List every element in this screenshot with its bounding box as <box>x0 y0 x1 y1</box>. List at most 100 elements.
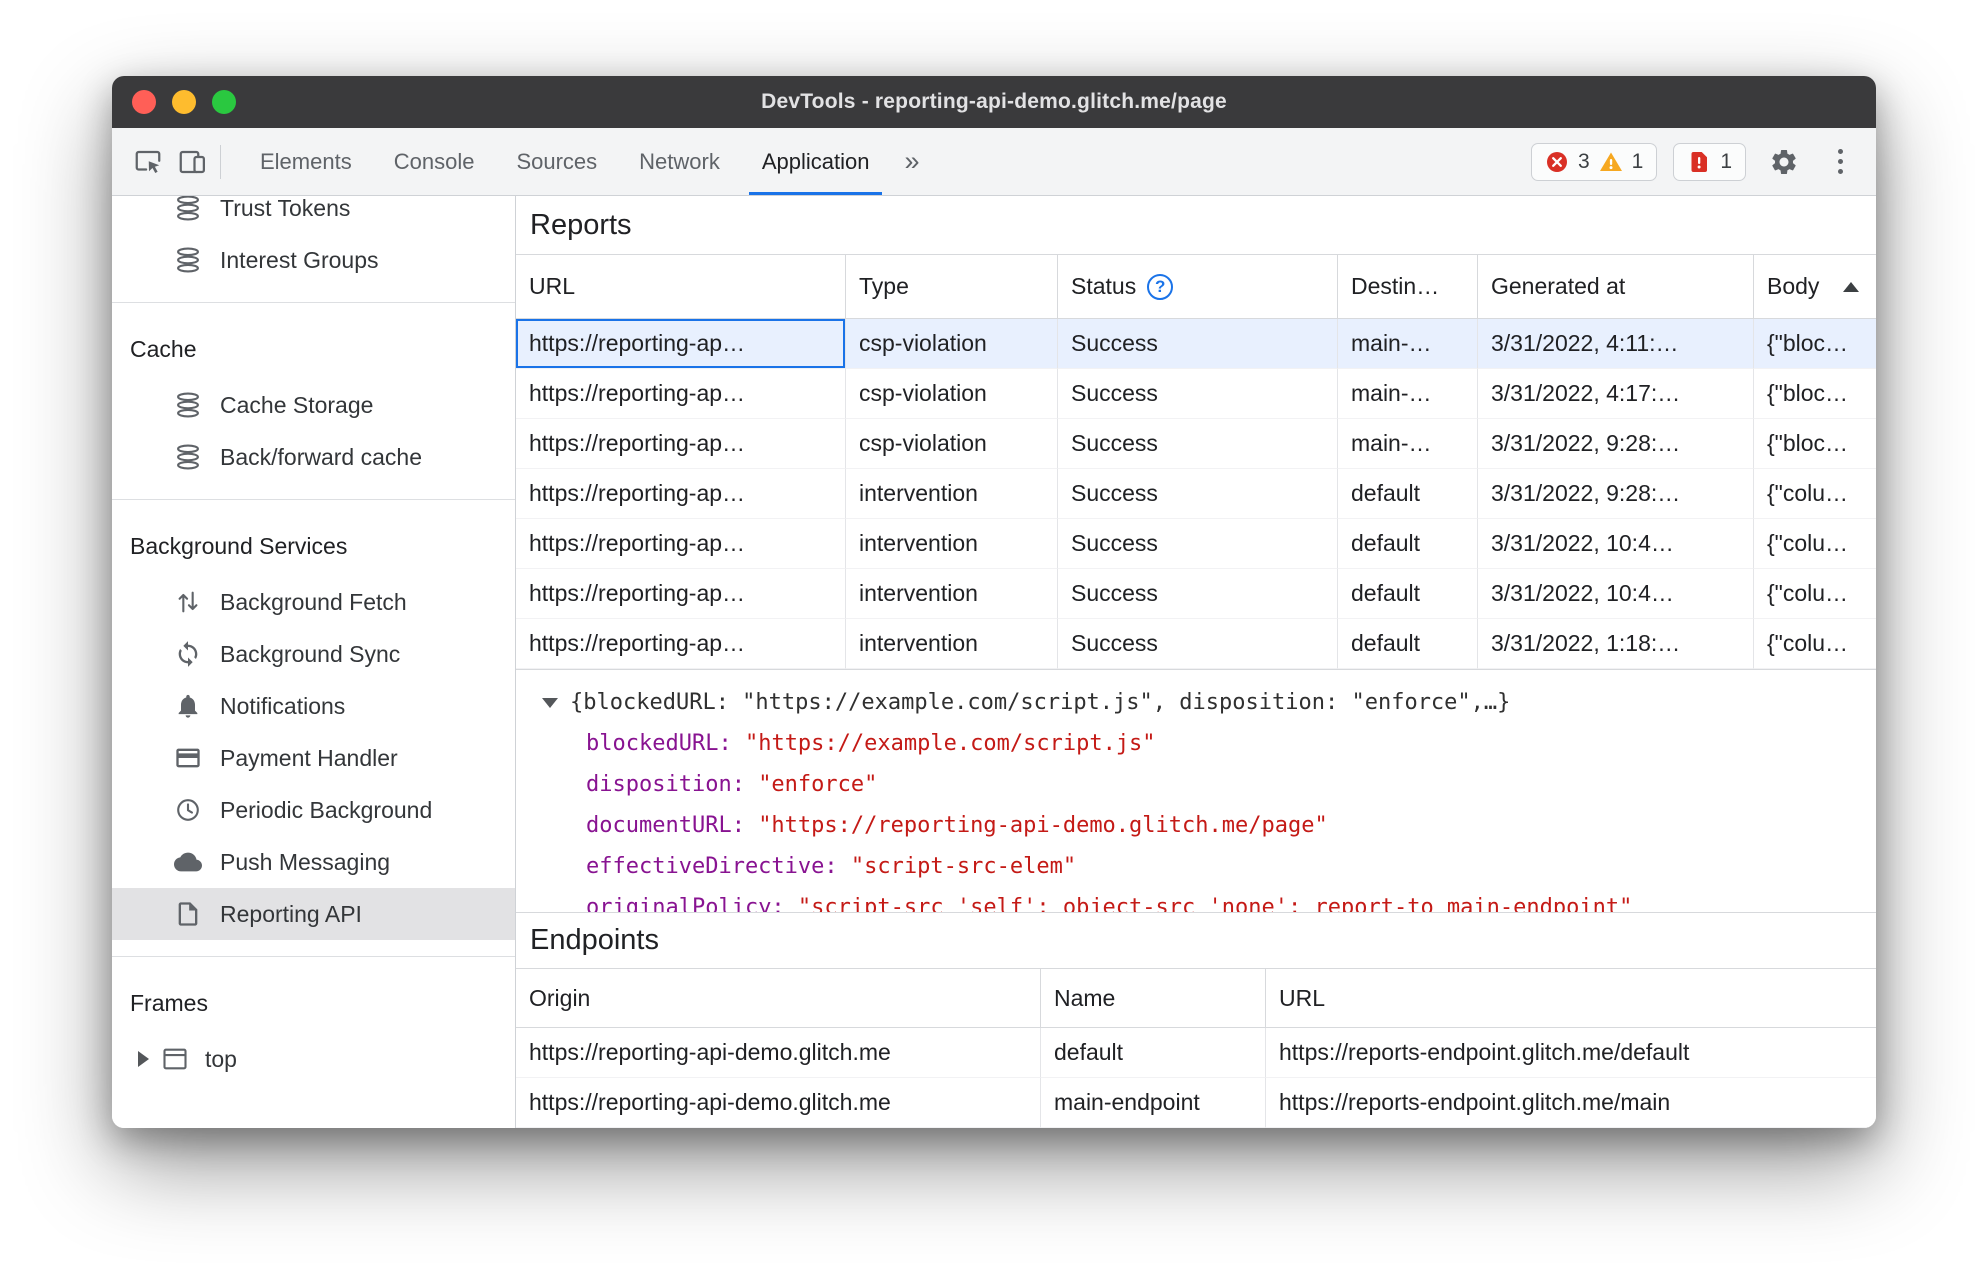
report-body-cell[interactable]: {"colu… <box>1754 569 1876 619</box>
report-body-cell[interactable]: {"colu… <box>1754 619 1876 669</box>
report-body-cell[interactable]: {"colu… <box>1754 519 1876 569</box>
collapse-arrow-icon[interactable] <box>542 697 558 708</box>
console-errors-warnings-button[interactable]: 3 1 <box>1530 142 1658 181</box>
json-property[interactable]: documentURL: "https://reporting-api-demo… <box>516 805 1876 846</box>
tab-console[interactable]: Console <box>373 128 496 195</box>
report-type-cell[interactable]: intervention <box>846 469 1058 519</box>
endpoint-origin-cell[interactable]: https://reporting-api-demo.glitch.me <box>516 1078 1041 1128</box>
report-body-cell[interactable]: {"bloc… <box>1754 319 1876 369</box>
report-generated-cell[interactable]: 3/31/2022, 4:11:… <box>1478 319 1754 369</box>
report-status-cell[interactable]: Success <box>1058 369 1338 419</box>
report-generated-cell[interactable]: 3/31/2022, 10:4… <box>1478 519 1754 569</box>
endpoint-name-cell[interactable]: main-endpoint <box>1041 1078 1266 1128</box>
close-window-button[interactable] <box>132 90 156 114</box>
column-header-origin[interactable]: Origin <box>516 968 1041 1028</box>
endpoint-url-cell[interactable]: https://reports-endpoint.glitch.me/defau… <box>1266 1028 1876 1078</box>
column-header-body[interactable]: Body <box>1754 255 1876 319</box>
report-url-cell[interactable]: https://reporting-ap… <box>516 469 846 519</box>
report-generated-cell[interactable]: 3/31/2022, 4:17:… <box>1478 369 1754 419</box>
report-url-cell[interactable]: https://reporting-ap… <box>516 319 846 369</box>
report-status-cell[interactable]: Success <box>1058 569 1338 619</box>
cloud-icon <box>174 848 202 876</box>
report-generated-cell[interactable]: 3/31/2022, 1:18:… <box>1478 619 1754 669</box>
sidebar-item-periodic-background-sync[interactable]: Periodic Background <box>112 784 515 836</box>
sidebar-item-cache-storage[interactable]: Cache Storage <box>112 379 515 431</box>
report-body-cell[interactable]: {"bloc… <box>1754 419 1876 469</box>
endpoint-origin-cell[interactable]: https://reporting-api-demo.glitch.me <box>516 1028 1041 1078</box>
column-header-destination[interactable]: Destin… <box>1338 255 1478 319</box>
sidebar-item-notifications[interactable]: Notifications <box>112 680 515 732</box>
report-url-cell[interactable]: https://reporting-ap… <box>516 419 846 469</box>
issues-button[interactable]: 1 <box>1673 142 1746 181</box>
more-tabs-button[interactable]: » <box>890 128 933 195</box>
column-header-name[interactable]: Name <box>1041 968 1266 1028</box>
json-property[interactable]: effectiveDirective: "script-src-elem" <box>516 846 1876 887</box>
toolbar-right: 3 1 1 <box>1530 140 1858 184</box>
report-url-cell[interactable]: https://reporting-ap… <box>516 569 846 619</box>
report-destination-cell[interactable]: main-… <box>1338 319 1478 369</box>
zoom-window-button[interactable] <box>212 90 236 114</box>
json-property[interactable]: disposition: "enforce" <box>516 764 1876 805</box>
report-status-cell[interactable]: Success <box>1058 419 1338 469</box>
report-url-cell[interactable]: https://reporting-ap… <box>516 369 846 419</box>
sidebar-item-background-sync[interactable]: Background Sync <box>112 628 515 680</box>
report-type-cell[interactable]: csp-violation <box>846 319 1058 369</box>
status-help-icon[interactable]: ? <box>1147 273 1174 300</box>
report-type-cell[interactable]: intervention <box>846 569 1058 619</box>
tab-sources[interactable]: Sources <box>495 128 618 195</box>
json-preview-line[interactable]: {blockedURL: "https://example.com/script… <box>516 682 1876 723</box>
report-destination-cell[interactable]: default <box>1338 619 1478 669</box>
report-type-cell[interactable]: csp-violation <box>846 419 1058 469</box>
tab-application[interactable]: Application <box>741 128 891 195</box>
sidebar-item-top-frame[interactable]: top <box>112 1033 515 1085</box>
json-key: originalPolicy: <box>586 895 798 912</box>
report-url-cell[interactable]: https://reporting-ap… <box>516 519 846 569</box>
endpoint-url-cell[interactable]: https://reports-endpoint.glitch.me/main <box>1266 1078 1876 1128</box>
sidebar-item-back-forward-cache[interactable]: Back/forward cache <box>112 431 515 483</box>
json-property-clipped[interactable]: originalPolicy: "script-src 'self'; obje… <box>516 887 1876 912</box>
clock-icon <box>174 796 202 824</box>
sidebar-item-label: Background Sync <box>220 640 401 667</box>
report-generated-cell[interactable]: 3/31/2022, 9:28:… <box>1478 419 1754 469</box>
sidebar-item-background-fetch[interactable]: Background Fetch <box>112 576 515 628</box>
report-type-cell[interactable]: csp-violation <box>846 369 1058 419</box>
sidebar-item-trust-tokens[interactable]: Trust Tokens <box>112 196 515 234</box>
device-toolbar-button[interactable] <box>170 140 214 184</box>
report-destination-cell[interactable]: main-… <box>1338 369 1478 419</box>
tab-elements[interactable]: Elements <box>239 128 373 195</box>
report-status-cell[interactable]: Success <box>1058 469 1338 519</box>
sidebar-item-label: Trust Tokens <box>220 196 351 221</box>
json-property[interactable]: blockedURL: "https://example.com/script.… <box>516 723 1876 764</box>
inspect-element-button[interactable] <box>126 140 170 184</box>
tab-network[interactable]: Network <box>618 128 741 195</box>
report-destination-cell[interactable]: default <box>1338 519 1478 569</box>
report-type-cell[interactable]: intervention <box>846 619 1058 669</box>
sidebar-item-payment-handler[interactable]: Payment Handler <box>112 732 515 784</box>
column-label: Status <box>1071 273 1137 299</box>
column-header-url[interactable]: URL <box>516 255 846 319</box>
report-destination-cell[interactable]: default <box>1338 469 1478 519</box>
report-generated-cell[interactable]: 3/31/2022, 10:4… <box>1478 569 1754 619</box>
report-generated-cell[interactable]: 3/31/2022, 9:28:… <box>1478 469 1754 519</box>
sidebar-item-push-messaging[interactable]: Push Messaging <box>112 836 515 888</box>
column-header-endpoint-url[interactable]: URL <box>1266 968 1876 1028</box>
endpoint-name-cell[interactable]: default <box>1041 1028 1266 1078</box>
report-url-cell[interactable]: https://reporting-ap… <box>516 619 846 669</box>
minimize-window-button[interactable] <box>172 90 196 114</box>
report-status-cell[interactable]: Success <box>1058 319 1338 369</box>
report-status-cell[interactable]: Success <box>1058 619 1338 669</box>
report-type-cell[interactable]: intervention <box>846 519 1058 569</box>
report-destination-cell[interactable]: default <box>1338 569 1478 619</box>
column-header-status[interactable]: Status? <box>1058 255 1338 319</box>
report-body-cell[interactable]: {"bloc… <box>1754 369 1876 419</box>
sidebar-item-interest-groups[interactable]: Interest Groups <box>112 234 515 286</box>
column-header-type[interactable]: Type <box>846 255 1058 319</box>
sidebar-item-reporting-api[interactable]: Reporting API <box>112 888 515 940</box>
more-options-button[interactable] <box>1822 140 1858 184</box>
report-destination-cell[interactable]: main-… <box>1338 419 1478 469</box>
column-header-generated-at[interactable]: Generated at <box>1478 255 1754 319</box>
report-status-cell[interactable]: Success <box>1058 519 1338 569</box>
report-body-cell[interactable]: {"colu… <box>1754 469 1876 519</box>
expand-arrow-icon[interactable] <box>138 1051 149 1067</box>
settings-button[interactable] <box>1762 140 1806 184</box>
